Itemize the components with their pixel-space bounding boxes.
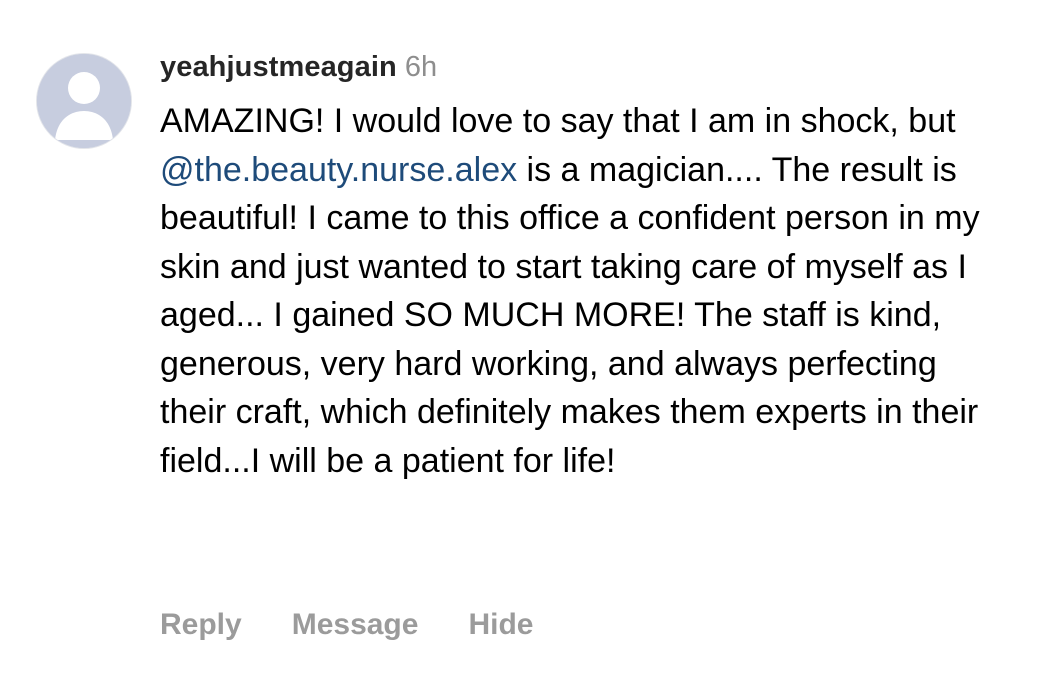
comment-timestamp: 6h xyxy=(404,51,438,83)
message-button[interactable]: Message xyxy=(292,608,419,642)
reply-button[interactable]: Reply xyxy=(160,608,242,642)
comment-text: AMAZING! I would love to say that I am i… xyxy=(160,97,1010,485)
comment-text-after-mention: is a magician.... The result is beautifu… xyxy=(160,150,980,480)
comment-header: yeahjustmeagain 6h xyxy=(160,51,1010,91)
username-link[interactable]: yeahjustmeagain xyxy=(160,51,397,84)
mention-link[interactable]: @the.beauty.nurse.alex xyxy=(160,151,517,189)
comment-item: yeahjustmeagain 6h AMAZING! I would love… xyxy=(0,0,1043,694)
avatar[interactable] xyxy=(37,54,131,148)
comment-content: yeahjustmeagain 6h AMAZING! I would love… xyxy=(160,51,1010,485)
default-user-avatar-icon xyxy=(37,54,131,148)
hide-button[interactable]: Hide xyxy=(468,608,533,642)
comment-actions: Reply Message Hide xyxy=(160,608,533,642)
comment-text-before-mention: AMAZING! I would love to say that I am i… xyxy=(160,102,956,140)
